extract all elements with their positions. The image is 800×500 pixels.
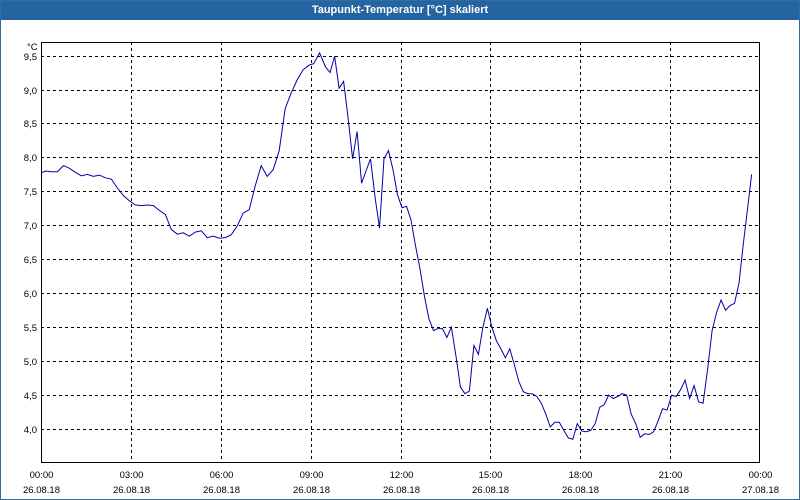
x-tick-date: 26.08.18 bbox=[203, 485, 240, 496]
chart-window: Taupunkt-Temperatur [°C] skaliert °C 9,5… bbox=[0, 0, 800, 500]
x-tick-date: 27.08.18 bbox=[742, 485, 779, 496]
x-tick-date: 26.08.18 bbox=[472, 485, 509, 496]
x-tick-time: 00:00 bbox=[30, 470, 54, 481]
y-tick-label: 9,5 bbox=[24, 52, 37, 63]
x-tick-labels: 00:00 26.08.18 03:00 26.08.18 06:00 26.08.18 0… bbox=[23, 470, 779, 496]
x-tick-time: 15:00 bbox=[479, 470, 503, 481]
x-tick-date: 26.08.18 bbox=[652, 485, 689, 496]
x-tick-time: 18:00 bbox=[569, 470, 593, 481]
y-tick-label: 8,5 bbox=[24, 119, 37, 130]
x-tick-date: 26.08.18 bbox=[562, 485, 599, 496]
y-tick-label: 5,5 bbox=[24, 323, 37, 334]
x-tick-time: 06:00 bbox=[210, 470, 234, 481]
y-tick-label: 9,0 bbox=[24, 86, 37, 97]
chart-title: Taupunkt-Temperatur [°C] skaliert bbox=[1, 1, 799, 20]
x-tick-time: 12:00 bbox=[390, 470, 414, 481]
y-tick-label: 4,0 bbox=[24, 425, 37, 436]
x-tick-time: 09:00 bbox=[300, 470, 324, 481]
y-tick-label: 6,0 bbox=[24, 289, 37, 300]
x-tick-time: 21:00 bbox=[659, 470, 683, 481]
y-tick-label: 5,0 bbox=[24, 357, 37, 368]
y-tick-label: 6,5 bbox=[24, 255, 37, 266]
x-tick-date: 26.08.18 bbox=[293, 485, 330, 496]
series-line bbox=[40, 51, 753, 440]
y-tick-label: 7,0 bbox=[24, 221, 37, 232]
x-tick-time: 03:00 bbox=[120, 470, 144, 481]
y-tick-label: 7,5 bbox=[24, 187, 37, 198]
x-tick-time: 00:00 bbox=[749, 470, 773, 481]
line-chart: °C 9,59,08,58,07,57,06,56,05,55,04,54,0 … bbox=[23, 42, 779, 496]
x-tick-date: 26.08.18 bbox=[113, 485, 150, 496]
y-tick-label: 8,0 bbox=[24, 153, 37, 164]
x-tick-date: 26.08.18 bbox=[383, 485, 420, 496]
grid-lines bbox=[41, 42, 760, 463]
y-tick-labels: 9,5 9,0 8,5 8,0 7,5 7,0 6,5 6,0 5,5 5,0 4,5 4,0 bbox=[24, 52, 37, 436]
x-tick-date: 26.08.18 bbox=[23, 485, 60, 496]
y-tick-label: 4,5 bbox=[24, 391, 37, 402]
plot-frame bbox=[41, 42, 760, 463]
